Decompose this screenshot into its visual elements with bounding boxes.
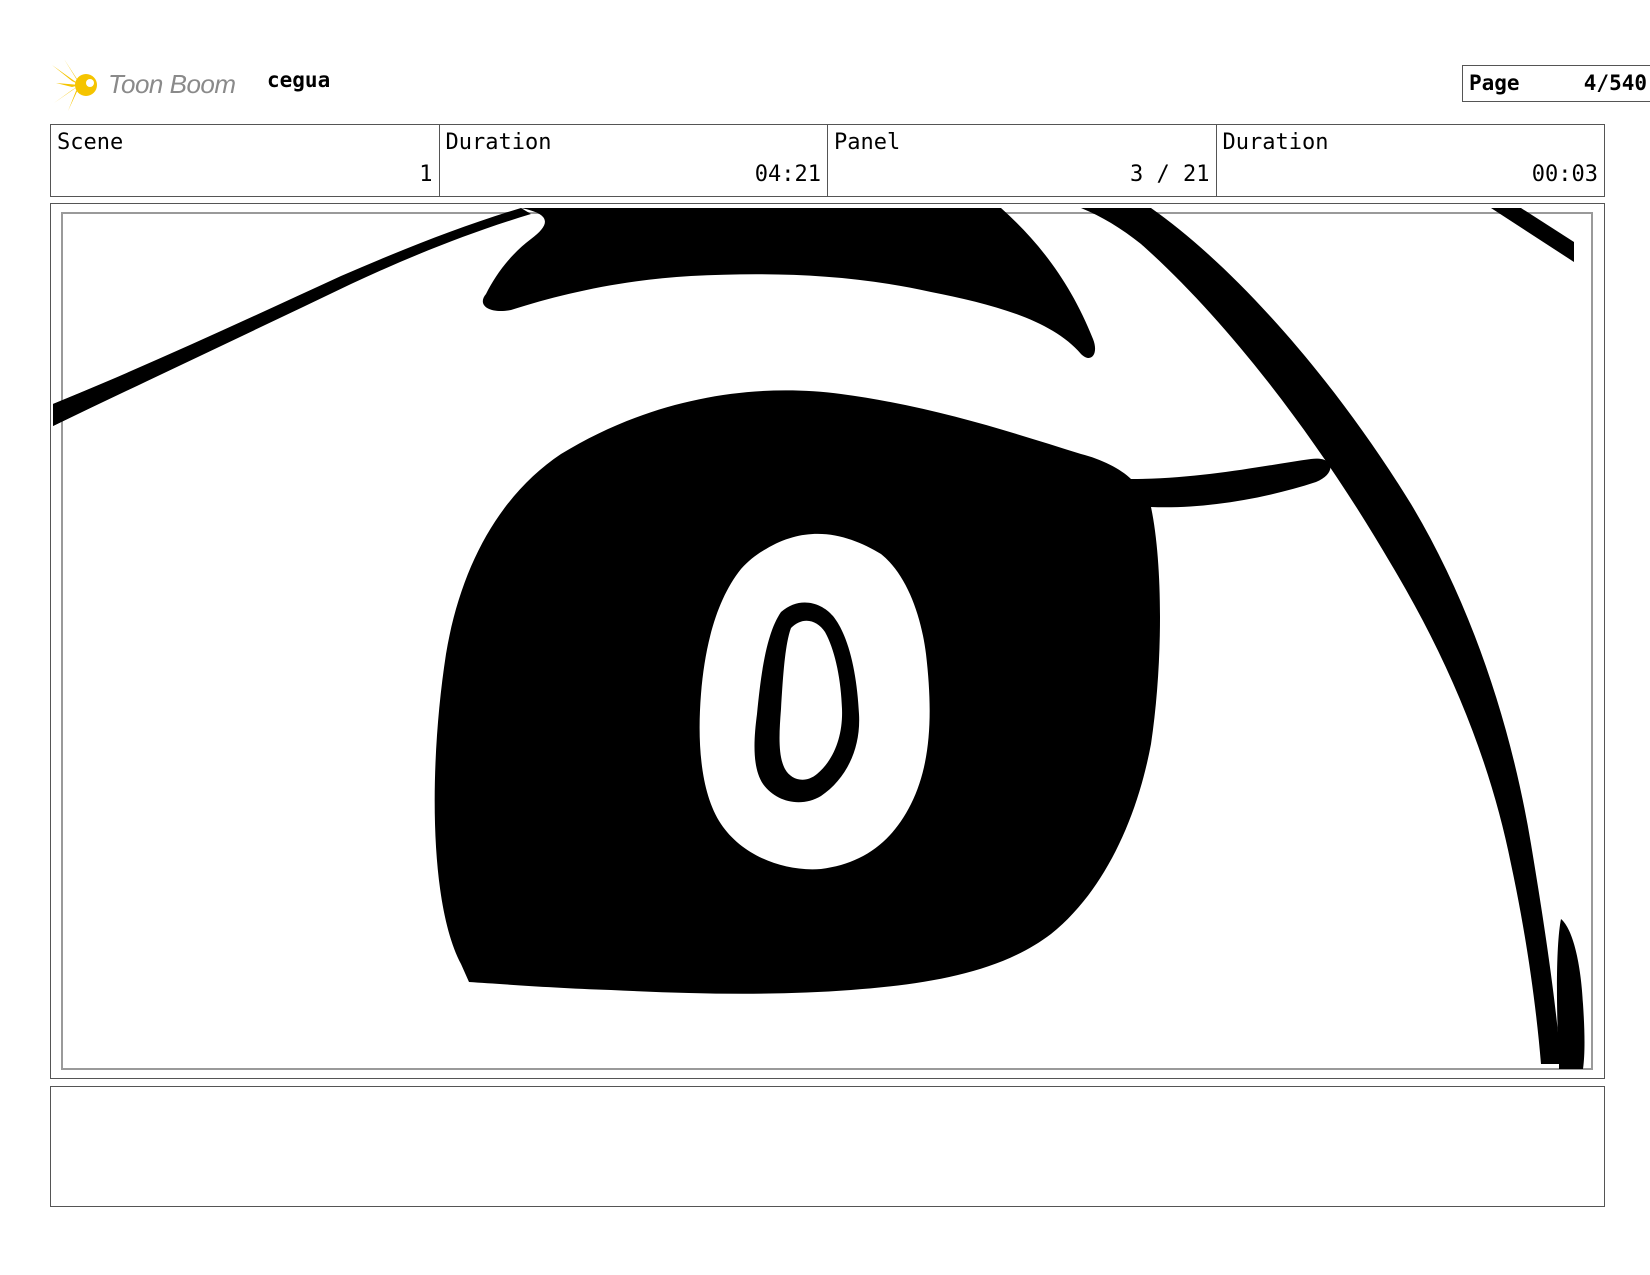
toon-boom-logo: Toon Boom: [50, 57, 250, 113]
brow-line: [53, 212, 521, 426]
starburst-icon: [52, 59, 97, 111]
scene-value: 1: [419, 162, 433, 187]
panel-value: 3 / 21: [1130, 162, 1210, 187]
page-value: 4/540: [1583, 71, 1647, 95]
storyboard-header: Toon Boom cegua Page 4/540: [50, 55, 1650, 115]
project-name: cegua: [267, 68, 331, 92]
scene-duration-cell: Duration 04:21: [440, 125, 828, 196]
panel-duration-cell: Duration 00:03: [1217, 125, 1605, 196]
notes-box: [50, 1086, 1605, 1207]
scene-label: Scene: [57, 130, 124, 155]
logo-wordmark: Toon Boom: [108, 69, 236, 99]
panel-duration-value: 00:03: [1531, 162, 1598, 187]
panel-label: Panel: [834, 130, 901, 155]
upper-lid: [482, 208, 1096, 359]
scene-cell: Scene 1: [51, 125, 440, 196]
panel-cell: Panel 3 / 21: [828, 125, 1217, 196]
storyboard-panel: [50, 203, 1605, 1079]
scene-duration-value: 04:21: [754, 162, 821, 187]
eye-drawing: [53, 208, 1593, 1070]
page-label: Page: [1469, 71, 1520, 95]
scene-duration-label: Duration: [445, 130, 552, 155]
panel-info-bar: Scene 1 Duration 04:21 Panel 3 / 21 Dura…: [50, 124, 1605, 197]
page-counter: Page 4/540: [1462, 65, 1650, 102]
panel-duration-label: Duration: [1222, 130, 1329, 155]
